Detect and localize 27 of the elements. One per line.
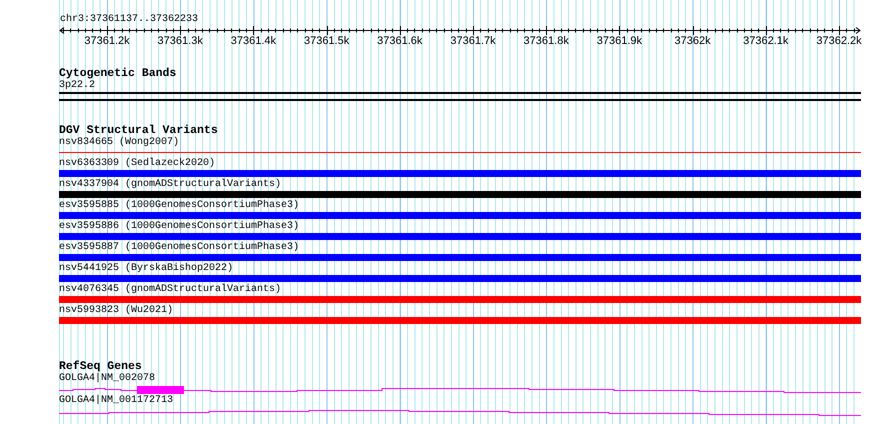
tick-label: 37361.6k [377, 35, 422, 48]
tick-label: 37361.7k [450, 35, 496, 48]
feature-label: GOLGA4|NM_002078 [59, 373, 156, 384]
feature-label: nsv5993823 (Wu2021) [59, 305, 174, 316]
feature-label: nsv5441925 (ByrskaBishop2022) [59, 263, 234, 274]
feature-label: nsv6363309 (Sedlazeck2020) [59, 158, 216, 169]
feature-label: GOLGA4|NM_001172713 [59, 395, 174, 406]
tick-label: 37362k [674, 35, 711, 48]
track-title: Cytogenetic Bands [59, 67, 178, 80]
tick-label: 37361.5k [304, 35, 350, 48]
track-title: DGV Structural Variants [59, 124, 219, 137]
feature-label: esv3595887 (1000GenomesConsortiumPhase3) [59, 242, 300, 253]
feature-label: nsv4337904 (gnomADStructuralVariants) [59, 179, 282, 190]
tick-label: 37361.8k [524, 35, 569, 48]
feature-label: 3p22.2 [59, 80, 96, 91]
tick-label: 37361.2k [84, 35, 130, 48]
track-title: RefSeq Genes [59, 360, 142, 373]
tick-label: 37361.3k [158, 35, 203, 48]
feature-label: esv3595886 (1000GenomesConsortiumPhase3) [59, 221, 300, 232]
feature-label: esv3595885 (1000GenomesConsortiumPhase3) [59, 200, 300, 211]
tick-label: 37361.9k [596, 35, 642, 48]
feature-label: nsv4076345 (gnomADStructuralVariants) [59, 284, 282, 295]
tick-label: 37361.4k [230, 35, 276, 48]
feature-label: nsv834665 (Wong2007) [59, 137, 180, 148]
tick-label: 37362.2k [816, 35, 862, 48]
tick-label: 37362.1k [743, 35, 788, 48]
position-label: chr3:37361137..37362233 [59, 14, 200, 26]
